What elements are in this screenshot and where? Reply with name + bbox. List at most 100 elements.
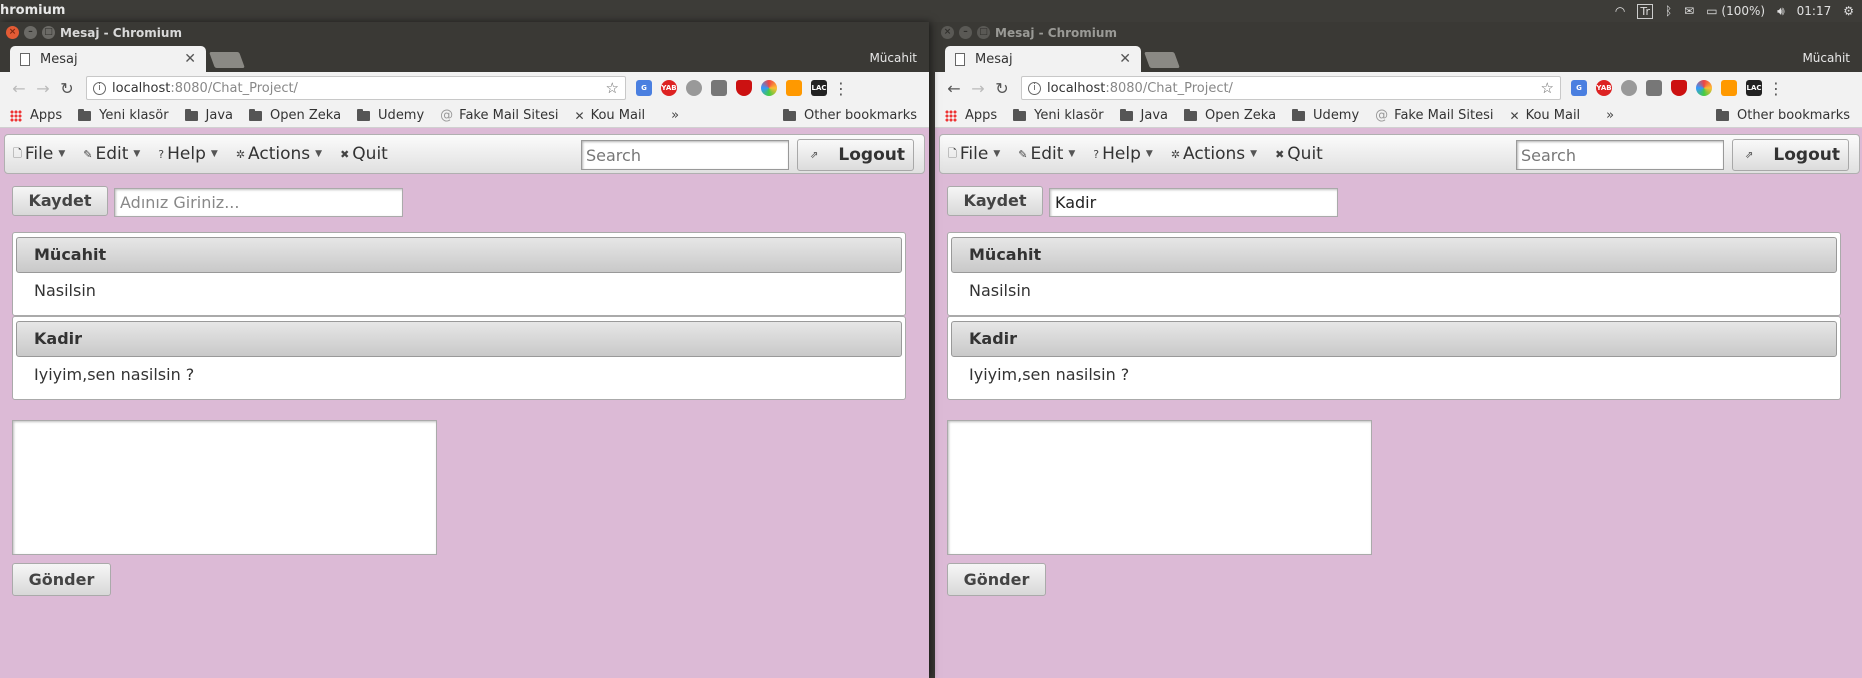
other-bookmarks[interactable]: Other bookmarks: [1715, 108, 1850, 123]
name-input[interactable]: [1049, 188, 1338, 217]
battery-indicator[interactable]: ▭ (100%): [1706, 4, 1765, 18]
menu-actions[interactable]: ✲ Actions ▼: [1171, 144, 1257, 164]
forward-arrow-icon[interactable]: →: [967, 79, 989, 98]
volume-icon[interactable]: 🔊︎: [1777, 4, 1785, 19]
kebab-menu-icon[interactable]: ⋮: [1768, 79, 1784, 98]
keyboard-layout-badge[interactable]: Tr: [1637, 3, 1653, 19]
bookmark-apps[interactable]: Apps: [945, 108, 997, 123]
translate-extension-icon[interactable]: G: [636, 80, 652, 96]
bookmark-apps[interactable]: Apps: [10, 108, 62, 123]
message-item: Mücahit Nasilsin: [12, 232, 906, 316]
shield-extension-icon[interactable]: [1671, 80, 1687, 96]
rss-extension-icon[interactable]: [786, 80, 802, 96]
send-button[interactable]: Gönder: [12, 563, 111, 596]
apps-grid-icon: [10, 109, 22, 122]
close-window-button[interactable]: ×: [6, 26, 19, 39]
clock[interactable]: 01:17: [1797, 4, 1832, 18]
menu-file[interactable]: 🗋︎ File ▼: [13, 144, 65, 164]
color-extension-icon[interactable]: [761, 80, 777, 96]
menu-quit[interactable]: ✖ Quit: [1275, 144, 1323, 164]
back-arrow-icon[interactable]: ←: [943, 79, 965, 98]
logout-button[interactable]: ⇗ Logout: [1732, 139, 1849, 171]
bookmark-star-icon[interactable]: ☆: [606, 79, 619, 97]
bookmark-folder[interactable]: Open Zeka: [1184, 108, 1276, 123]
rss-extension-icon[interactable]: [1721, 80, 1737, 96]
forward-arrow-icon[interactable]: →: [32, 79, 54, 98]
send-button[interactable]: Gönder: [947, 563, 1046, 596]
bookmark-link[interactable]: ✕ Kou Mail: [575, 108, 646, 123]
minimize-window-button[interactable]: –: [959, 26, 972, 39]
close-tab-icon[interactable]: ✕: [184, 51, 196, 67]
reload-icon[interactable]: ↻: [56, 79, 78, 98]
close-window-button[interactable]: ×: [941, 26, 954, 39]
bookmark-link[interactable]: ✕ Kou Mail: [1510, 108, 1581, 123]
more-bookmarks-chevron-icon[interactable]: »: [1606, 108, 1614, 123]
address-bar[interactable]: i localhost:8080/Chat_Project/ ☆: [86, 76, 626, 100]
brush-extension-icon[interactable]: [711, 80, 727, 96]
gear-icon[interactable]: ⚙: [1843, 4, 1854, 18]
bookmark-folder[interactable]: Open Zeka: [249, 108, 341, 123]
back-arrow-icon[interactable]: ←: [8, 79, 30, 98]
gray-extension-icon[interactable]: [686, 80, 702, 96]
tab-mesaj[interactable]: Mesaj ✕: [10, 46, 206, 72]
address-bar[interactable]: i localhost:8080/Chat_Project/ ☆: [1021, 76, 1561, 100]
bookmark-label: Udemy: [378, 108, 425, 123]
bookmark-folder[interactable]: Yeni klasör: [78, 108, 169, 123]
bookmark-folder[interactable]: Yeni klasör: [1013, 108, 1104, 123]
menu-file[interactable]: 🗋︎ File ▼: [948, 144, 1000, 164]
message-textarea[interactable]: [12, 420, 437, 555]
tab-mesaj[interactable]: Mesaj ✕: [945, 46, 1141, 72]
gray-extension-icon[interactable]: [1621, 80, 1637, 96]
yab-extension-icon[interactable]: YAB: [1596, 80, 1612, 96]
yab-extension-icon[interactable]: YAB: [661, 80, 677, 96]
menu-help[interactable]: ? Help ▼: [1093, 144, 1153, 164]
save-button[interactable]: Kaydet: [12, 186, 108, 216]
search-input[interactable]: [581, 140, 789, 170]
translate-extension-icon[interactable]: G: [1571, 80, 1587, 96]
minimize-window-button[interactable]: –: [24, 26, 37, 39]
os-top-panel: hromium ◠ Tr ᛒ ✉ ▭ (100%) 🔊︎ 01:17 ⚙: [0, 0, 1862, 22]
close-tab-icon[interactable]: ✕: [1119, 51, 1131, 67]
menu-help[interactable]: ? Help ▼: [158, 144, 218, 164]
kebab-menu-icon[interactable]: ⋮: [833, 79, 849, 98]
profile-name[interactable]: Mücahit: [1802, 51, 1850, 65]
new-tab-button[interactable]: [1144, 52, 1180, 68]
color-extension-icon[interactable]: [1696, 80, 1712, 96]
new-tab-button[interactable]: [209, 52, 245, 68]
window-titlebar[interactable]: × – □ Mesaj - Chromium: [935, 22, 1862, 44]
bookmark-link[interactable]: @ Fake Mail Sitesi: [440, 108, 558, 123]
more-bookmarks-chevron-icon[interactable]: »: [671, 108, 679, 123]
maximize-window-button[interactable]: □: [42, 26, 55, 39]
message-textarea[interactable]: [947, 420, 1372, 555]
logout-button[interactable]: ⇗ Logout: [797, 139, 914, 171]
maximize-window-button[interactable]: □: [977, 26, 990, 39]
lac-extension-icon[interactable]: LAC: [811, 80, 827, 96]
other-bookmarks[interactable]: Other bookmarks: [782, 108, 917, 123]
bookmark-folder[interactable]: Java: [1119, 108, 1168, 123]
shield-extension-icon[interactable]: [736, 80, 752, 96]
info-icon[interactable]: i: [93, 81, 106, 95]
profile-name[interactable]: Mücahit: [869, 51, 917, 65]
wifi-icon[interactable]: ◠: [1615, 4, 1625, 18]
menu-edit[interactable]: ✎ Edit ▼: [1018, 144, 1075, 164]
lac-extension-icon[interactable]: LAC: [1746, 80, 1762, 96]
bookmark-folder[interactable]: Udemy: [1292, 108, 1359, 123]
info-icon[interactable]: i: [1028, 81, 1041, 95]
save-button[interactable]: Kaydet: [947, 186, 1043, 216]
mail-icon[interactable]: ✉: [1684, 4, 1694, 18]
folder-icon: [78, 108, 92, 121]
menu-actions[interactable]: ✲ Actions ▼: [236, 144, 322, 164]
menu-quit[interactable]: ✖ Quit: [340, 144, 388, 164]
menu-edit[interactable]: ✎ Edit ▼: [83, 144, 140, 164]
brush-extension-icon[interactable]: [1646, 80, 1662, 96]
bookmark-star-icon[interactable]: ☆: [1541, 79, 1554, 97]
reload-icon[interactable]: ↻: [991, 79, 1013, 98]
close-icon: ✖: [1275, 147, 1285, 161]
bookmark-link[interactable]: @ Fake Mail Sitesi: [1375, 108, 1493, 123]
bookmark-folder[interactable]: Java: [184, 108, 233, 123]
search-input[interactable]: [1516, 140, 1724, 170]
name-input[interactable]: [114, 188, 403, 217]
bookmark-folder[interactable]: Udemy: [357, 108, 424, 123]
window-titlebar[interactable]: × – □ Mesaj - Chromium: [0, 22, 929, 44]
bluetooth-icon[interactable]: ᛒ: [1665, 4, 1672, 18]
